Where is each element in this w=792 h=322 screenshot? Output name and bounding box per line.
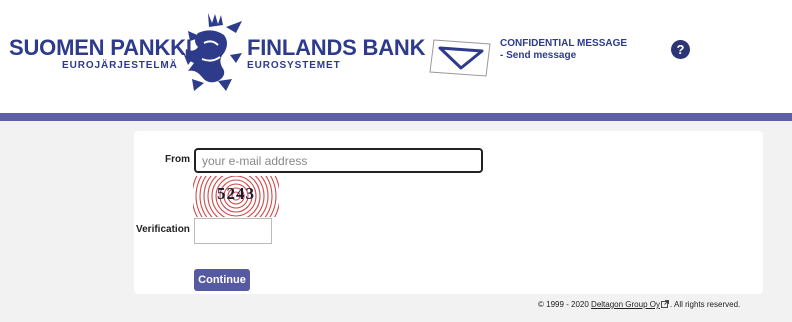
captcha-text: 5243 [217,184,255,203]
external-link-icon [661,300,669,308]
footer-rights: . All rights reserved. [669,300,741,309]
confidential-message-title: CONFIDENTIAL MESSAGE [500,38,628,49]
footer: © 1999 - 2020 Deltagon Group Oy . All ri… [538,300,740,309]
logo-finlands-bank: FINLANDS BANK EUROSYSTEMET [247,37,425,72]
send-message-subtitle: - Send message [500,50,577,61]
header-divider-bar [0,113,792,121]
verification-label: Verification [136,224,190,235]
logo-fi-sub: EUROJÄRJESTELMÄ [62,60,178,71]
envelope-icon [429,39,491,77]
header: SUOMEN PANKKI EUROJÄRJESTELMÄ FINLANDS B… [0,0,792,113]
email-field[interactable] [194,148,483,173]
lion-emblem-icon [184,13,242,91]
from-label: From [165,154,190,165]
continue-button[interactable]: Continue [194,269,250,291]
logo-sv-main: FINLANDS BANK [247,35,426,60]
verification-field[interactable] [194,218,272,244]
help-icon[interactable]: ? [671,40,690,59]
logo-sv-sub: EUROSYSTEMET [247,60,341,71]
logo-fi-main: SUOMEN PANKKI [9,35,192,60]
footer-copyright: © 1999 - 2020 [538,300,592,309]
logo-suomen-pankki: SUOMEN PANKKI EUROJÄRJESTELMÄ [9,37,192,72]
deltagon-link[interactable]: Deltagon Group Oy [591,300,660,309]
